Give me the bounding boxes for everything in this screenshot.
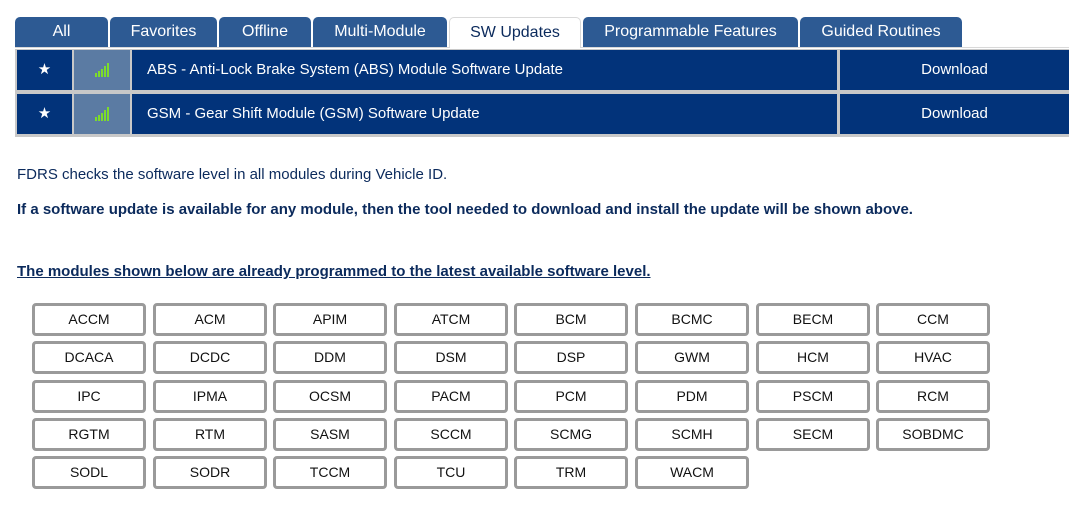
module-button[interactable]: SCMH bbox=[635, 418, 749, 451]
tab-offline[interactable]: Offline bbox=[219, 17, 311, 47]
module-button[interactable]: ACM bbox=[153, 303, 267, 336]
module-button[interactable]: PSCM bbox=[756, 380, 870, 413]
update-title[interactable]: ABS - Anti-Lock Brake System (ABS) Modul… bbox=[132, 50, 837, 90]
module-button[interactable]: RTM bbox=[153, 418, 267, 451]
download-button[interactable]: Download bbox=[840, 50, 1069, 90]
module-button[interactable]: PDM bbox=[635, 380, 749, 413]
star-icon: ★ bbox=[37, 105, 52, 122]
module-button[interactable]: DCDC bbox=[153, 341, 267, 374]
update-row: ★ GSM - Gear Shift Module (GSM) Software… bbox=[15, 93, 1069, 135]
module-button[interactable]: ATCM bbox=[394, 303, 508, 336]
module-button[interactable]: BCM bbox=[514, 303, 628, 336]
update-title[interactable]: GSM - Gear Shift Module (GSM) Software U… bbox=[132, 94, 837, 134]
module-button[interactable]: RGTM bbox=[32, 418, 146, 451]
module-button[interactable]: RCM bbox=[876, 380, 990, 413]
star-icon: ★ bbox=[37, 61, 52, 78]
module-button[interactable]: HVAC bbox=[876, 341, 990, 374]
module-button[interactable]: IPC bbox=[32, 380, 146, 413]
module-button[interactable]: BCMC bbox=[635, 303, 749, 336]
signal-strength-icon bbox=[95, 107, 109, 121]
programmed-modules-heading: The modules shown below are already prog… bbox=[17, 263, 651, 280]
module-button[interactable]: BECM bbox=[756, 303, 870, 336]
update-row: ★ ABS - Anti-Lock Brake System (ABS) Mod… bbox=[15, 49, 1069, 91]
favorite-toggle[interactable]: ★ bbox=[17, 50, 72, 90]
tab-bar: All Favorites Offline Multi-Module SW Up… bbox=[15, 17, 1069, 48]
download-button[interactable]: Download bbox=[840, 94, 1069, 134]
module-button[interactable]: HCM bbox=[756, 341, 870, 374]
tab-sw-updates[interactable]: SW Updates bbox=[449, 17, 581, 48]
module-button[interactable]: OCSM bbox=[273, 380, 387, 413]
info-text-bold: If a software update is available for an… bbox=[17, 201, 913, 218]
tab-programmable-features[interactable]: Programmable Features bbox=[583, 17, 798, 47]
module-button[interactable]: CCM bbox=[876, 303, 990, 336]
module-button[interactable]: TCCM bbox=[273, 456, 387, 489]
module-button[interactable]: IPMA bbox=[153, 380, 267, 413]
module-button[interactable]: SODR bbox=[153, 456, 267, 489]
module-button[interactable]: SCCM bbox=[394, 418, 508, 451]
module-button[interactable]: DCACA bbox=[32, 341, 146, 374]
module-button[interactable]: PCM bbox=[514, 380, 628, 413]
tab-guided-routines[interactable]: Guided Routines bbox=[800, 17, 962, 47]
module-button[interactable]: DDM bbox=[273, 341, 387, 374]
module-button[interactable]: SODL bbox=[32, 456, 146, 489]
module-button[interactable]: GWM bbox=[635, 341, 749, 374]
update-list: ★ ABS - Anti-Lock Brake System (ABS) Mod… bbox=[15, 49, 1069, 137]
signal-cell bbox=[74, 94, 130, 134]
module-button[interactable]: DSM bbox=[394, 341, 508, 374]
module-button[interactable]: WACM bbox=[635, 456, 749, 489]
module-button[interactable]: DSP bbox=[514, 341, 628, 374]
module-button[interactable]: SCMG bbox=[514, 418, 628, 451]
module-button[interactable]: PACM bbox=[394, 380, 508, 413]
module-button[interactable]: ACCM bbox=[32, 303, 146, 336]
module-button[interactable]: TCU bbox=[394, 456, 508, 489]
signal-cell bbox=[74, 50, 130, 90]
signal-strength-icon bbox=[95, 63, 109, 77]
info-text: FDRS checks the software level in all mo… bbox=[17, 166, 448, 183]
module-button[interactable]: SASM bbox=[273, 418, 387, 451]
module-button[interactable]: SOBDMC bbox=[876, 418, 990, 451]
module-button[interactable]: SECM bbox=[756, 418, 870, 451]
tab-favorites[interactable]: Favorites bbox=[110, 17, 217, 47]
favorite-toggle[interactable]: ★ bbox=[17, 94, 72, 134]
module-button[interactable]: TRM bbox=[514, 456, 628, 489]
tab-multi-module[interactable]: Multi-Module bbox=[313, 17, 447, 47]
module-button[interactable]: APIM bbox=[273, 303, 387, 336]
tab-all[interactable]: All bbox=[15, 17, 108, 47]
